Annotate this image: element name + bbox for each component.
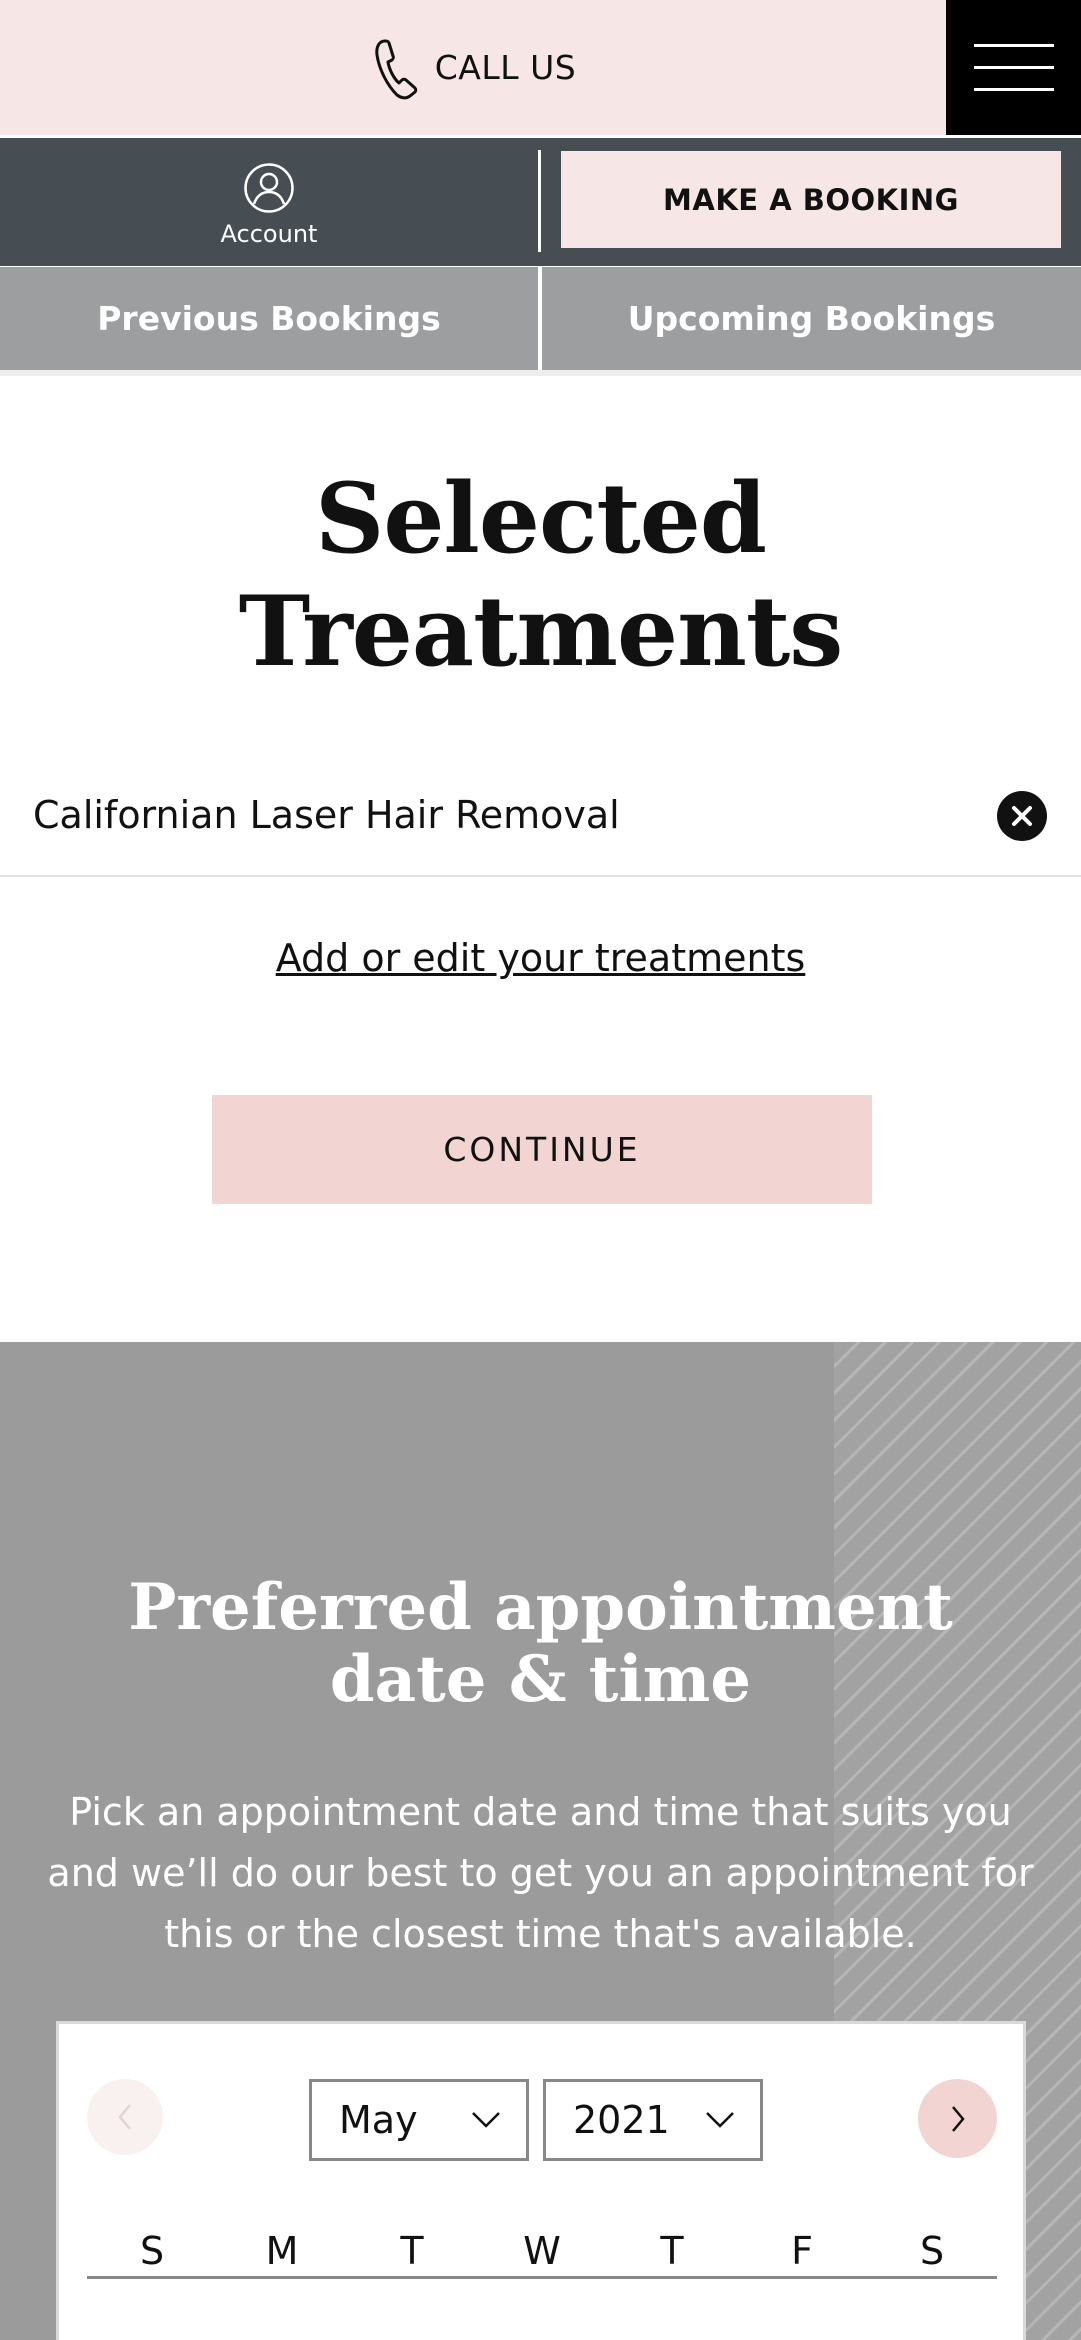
chevron-left-icon	[118, 2104, 131, 2130]
account-bar: Account MAKE A BOOKING	[0, 138, 1081, 266]
weekday-header: S M T W T F S	[87, 2229, 997, 2279]
page-title: Selected Treatments	[238, 462, 844, 688]
weekday-label: W	[523, 2229, 561, 2273]
divider	[538, 150, 541, 252]
divider	[0, 370, 1081, 376]
bookings-nav: Previous Bookings Upcoming Bookings	[0, 267, 1081, 370]
chevron-down-icon	[706, 2112, 734, 2128]
menu-line-icon	[973, 66, 1054, 69]
list-item: Californian Laser Hair Removal	[0, 775, 1081, 877]
user-icon	[244, 163, 294, 213]
phone-icon	[375, 39, 417, 99]
add-edit-treatments-link[interactable]: Add or edit your treatments	[0, 936, 1081, 980]
weekday-label: T	[660, 2229, 684, 2273]
weekday-label: M	[265, 2229, 299, 2273]
previous-bookings-button[interactable]: Previous Bookings	[0, 267, 538, 370]
top-bar: CALL US	[0, 0, 1081, 135]
account-label: Account	[220, 220, 318, 248]
remove-treatment-button[interactable]	[997, 791, 1047, 841]
weekday-label: T	[400, 2229, 424, 2273]
treatment-name: Californian Laser Hair Removal	[33, 793, 620, 837]
call-us-button[interactable]: CALL US	[3, 0, 946, 135]
chevron-right-icon	[951, 2105, 965, 2132]
chevron-down-icon	[472, 2112, 500, 2128]
previous-month-button[interactable]	[87, 2079, 163, 2155]
next-month-button[interactable]	[918, 2079, 997, 2158]
weekday-label: S	[139, 2229, 165, 2273]
account-button[interactable]: Account	[0, 138, 538, 266]
menu-line-icon	[973, 88, 1054, 91]
weekday-label: S	[919, 2229, 945, 2273]
appointment-section: Preferred appointment date & time Pick a…	[0, 1342, 1081, 2340]
call-us-label: CALL US	[434, 48, 577, 87]
year-value: 2021	[573, 2098, 670, 2142]
year-select[interactable]: 2021	[543, 2079, 763, 2161]
hamburger-menu-button[interactable]	[946, 0, 1081, 135]
section-title: Preferred appointment date & time	[128, 1570, 953, 1717]
upcoming-bookings-button[interactable]: Upcoming Bookings	[542, 267, 1081, 370]
close-icon	[1012, 806, 1032, 826]
month-select[interactable]: May	[309, 2079, 529, 2161]
month-value: May	[339, 2098, 418, 2142]
section-description: Pick an appointment date and time that s…	[47, 1790, 1034, 1956]
make-a-booking-button[interactable]: MAKE A BOOKING	[561, 151, 1061, 248]
weekday-label: F	[791, 2229, 813, 2273]
continue-button[interactable]: CONTINUE	[212, 1095, 872, 1204]
menu-line-icon	[973, 44, 1054, 47]
date-picker: May 2021 S M T W T F S	[56, 2021, 1026, 2340]
